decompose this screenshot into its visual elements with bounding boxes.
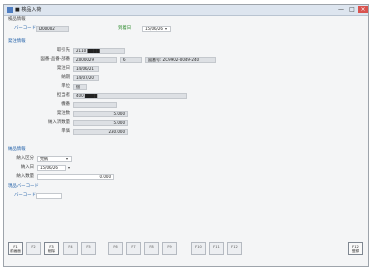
order-qty-field: 5.000 [73, 111, 128, 117]
order-qty-label: 発注数 [56, 111, 70, 116]
f5-button[interactable]: F5 [81, 242, 96, 255]
window-title: ■ 検品入荷 [15, 7, 42, 13]
part-number-label: 図番-品番-部番 [40, 57, 70, 62]
delivered-qty-label: 納入済数量 [48, 120, 70, 125]
chevron-down-icon[interactable]: ▾ [66, 157, 68, 161]
order-section-title: 発注情報 [8, 39, 26, 44]
maximize-button[interactable]: □ [347, 6, 357, 13]
f6-button[interactable]: F6 [108, 242, 123, 255]
arrival-date-label: 到着日 [118, 26, 132, 31]
staff-label: 担当者 [56, 93, 70, 98]
unit-price-field: 230.000 [73, 129, 128, 135]
scan-barcode-label: バーコード [14, 193, 36, 198]
scan-section-title: 現品バーコード [8, 184, 39, 189]
f12-register-button[interactable]: F12 登録 [348, 242, 363, 255]
f12-button[interactable]: F12 [227, 242, 242, 255]
f8-button[interactable]: F8 [144, 242, 159, 255]
f2-button[interactable]: F2 [26, 242, 41, 255]
order-date-label: 発注日 [56, 66, 70, 71]
part-sub-field: 6 [120, 57, 142, 63]
receive-section-title: 納品情報 [8, 147, 26, 152]
unit-field: 個 [73, 84, 87, 90]
f10-button[interactable]: F10 [191, 242, 206, 255]
calendar-icon[interactable]: ▾ [68, 166, 70, 170]
delivery-qty-label: 納入数量 [16, 174, 34, 179]
function-key-bar: F1 前画面 F2 F3 削除 F4 F5 F6 F7 F8 F9 F10 F1… [4, 242, 368, 262]
part-number-field: Z000029 [73, 57, 117, 63]
barcode-label: バーコード [14, 26, 36, 31]
order-date-field: 14/06/21 [73, 66, 99, 72]
due-date-field: 14/07/20 [73, 75, 99, 81]
app-window: ■ 検品入荷 — □ × 検品情報 バーコード D00002 到着日 15/06… [3, 4, 369, 267]
supplier-field: 2110 ████ [73, 48, 125, 54]
app-icon [7, 7, 13, 13]
supplier-label: 取引先 [56, 48, 70, 53]
f4-button[interactable]: F4 [63, 242, 78, 255]
f9-button[interactable]: F9 [162, 242, 177, 255]
delivered-qty-field: 5.000 [73, 120, 128, 126]
drawing-number-field: 図番号: ZC9902-0049-240 [145, 57, 216, 63]
delivery-category-label: 納入区分 [16, 156, 34, 161]
delivery-qty-input[interactable]: 0.000 [37, 174, 114, 180]
minimize-button[interactable]: — [336, 6, 346, 13]
barcode-input[interactable]: D00002 [36, 26, 69, 32]
scan-barcode-input[interactable] [36, 193, 62, 199]
f1-back-button[interactable]: F1 前画面 [8, 242, 23, 255]
f7-button[interactable]: F7 [126, 242, 141, 255]
machine-number-label: 機番 [61, 102, 70, 107]
calendar-icon[interactable]: ▾ [165, 27, 167, 31]
unit-label: 単位 [61, 84, 70, 89]
machine-number-field [73, 102, 117, 108]
unit-price-label: 単価 [61, 129, 70, 134]
search-section-title: 検品情報 [8, 17, 26, 22]
title-bar: ■ 検品入荷 — □ × [4, 5, 368, 16]
close-button[interactable]: × [358, 6, 368, 13]
f3-delete-button[interactable]: F3 削除 [44, 242, 59, 255]
delivery-date-input[interactable]: 15/06/26 [37, 165, 66, 171]
delivery-date-label: 納入日 [20, 165, 34, 170]
f11-button[interactable]: F11 [209, 242, 224, 255]
due-date-label: 納期 [61, 75, 70, 80]
staff-field: 400 ████ [73, 93, 187, 99]
